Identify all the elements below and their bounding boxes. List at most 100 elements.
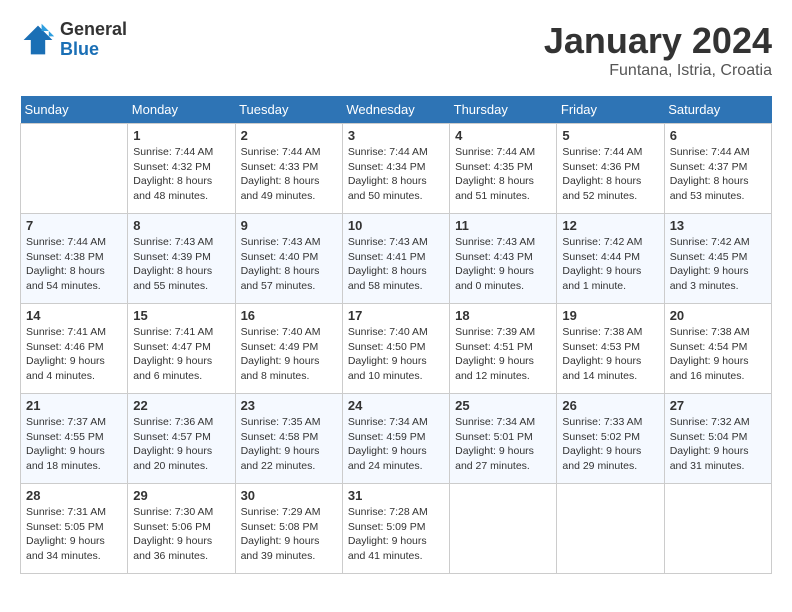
week-row-5: 28 Sunrise: 7:31 AMSunset: 5:05 PMDaylig… <box>21 484 772 574</box>
calendar-cell: 8 Sunrise: 7:43 AMSunset: 4:39 PMDayligh… <box>128 214 235 304</box>
day-number: 31 <box>348 488 444 503</box>
day-number: 15 <box>133 308 229 323</box>
calendar-cell: 31 Sunrise: 7:28 AMSunset: 5:09 PMDaylig… <box>342 484 449 574</box>
day-info: Sunrise: 7:30 AMSunset: 5:06 PMDaylight:… <box>133 505 229 564</box>
week-row-4: 21 Sunrise: 7:37 AMSunset: 4:55 PMDaylig… <box>21 394 772 484</box>
calendar-cell: 9 Sunrise: 7:43 AMSunset: 4:40 PMDayligh… <box>235 214 342 304</box>
calendar-table: Sunday Monday Tuesday Wednesday Thursday… <box>20 96 772 574</box>
calendar-cell: 23 Sunrise: 7:35 AMSunset: 4:58 PMDaylig… <box>235 394 342 484</box>
day-info: Sunrise: 7:43 AMSunset: 4:40 PMDaylight:… <box>241 235 337 294</box>
month-title: January 2024 <box>544 20 772 62</box>
logo-blue-text: Blue <box>60 40 127 60</box>
calendar-cell: 25 Sunrise: 7:34 AMSunset: 5:01 PMDaylig… <box>450 394 557 484</box>
day-info: Sunrise: 7:38 AMSunset: 4:54 PMDaylight:… <box>670 325 766 384</box>
col-monday: Monday <box>128 96 235 124</box>
col-wednesday: Wednesday <box>342 96 449 124</box>
day-number: 2 <box>241 128 337 143</box>
header-row: Sunday Monday Tuesday Wednesday Thursday… <box>21 96 772 124</box>
calendar-cell: 21 Sunrise: 7:37 AMSunset: 4:55 PMDaylig… <box>21 394 128 484</box>
calendar-cell: 18 Sunrise: 7:39 AMSunset: 4:51 PMDaylig… <box>450 304 557 394</box>
day-number: 24 <box>348 398 444 413</box>
logo: General Blue <box>20 20 127 60</box>
calendar-cell: 22 Sunrise: 7:36 AMSunset: 4:57 PMDaylig… <box>128 394 235 484</box>
calendar-cell <box>557 484 664 574</box>
page-header: General Blue January 2024 Funtana, Istri… <box>20 20 772 80</box>
day-info: Sunrise: 7:44 AMSunset: 4:34 PMDaylight:… <box>348 145 444 204</box>
calendar-cell <box>450 484 557 574</box>
calendar-cell: 20 Sunrise: 7:38 AMSunset: 4:54 PMDaylig… <box>664 304 771 394</box>
day-number: 13 <box>670 218 766 233</box>
day-info: Sunrise: 7:34 AMSunset: 4:59 PMDaylight:… <box>348 415 444 474</box>
calendar-cell: 28 Sunrise: 7:31 AMSunset: 5:05 PMDaylig… <box>21 484 128 574</box>
day-info: Sunrise: 7:32 AMSunset: 5:04 PMDaylight:… <box>670 415 766 474</box>
week-row-3: 14 Sunrise: 7:41 AMSunset: 4:46 PMDaylig… <box>21 304 772 394</box>
day-info: Sunrise: 7:37 AMSunset: 4:55 PMDaylight:… <box>26 415 122 474</box>
day-info: Sunrise: 7:42 AMSunset: 4:44 PMDaylight:… <box>562 235 658 294</box>
day-number: 21 <box>26 398 122 413</box>
day-info: Sunrise: 7:44 AMSunset: 4:38 PMDaylight:… <box>26 235 122 294</box>
calendar-cell: 11 Sunrise: 7:43 AMSunset: 4:43 PMDaylig… <box>450 214 557 304</box>
col-tuesday: Tuesday <box>235 96 342 124</box>
calendar-cell: 17 Sunrise: 7:40 AMSunset: 4:50 PMDaylig… <box>342 304 449 394</box>
day-info: Sunrise: 7:41 AMSunset: 4:47 PMDaylight:… <box>133 325 229 384</box>
day-info: Sunrise: 7:35 AMSunset: 4:58 PMDaylight:… <box>241 415 337 474</box>
col-saturday: Saturday <box>664 96 771 124</box>
day-info: Sunrise: 7:40 AMSunset: 4:49 PMDaylight:… <box>241 325 337 384</box>
day-number: 14 <box>26 308 122 323</box>
calendar-cell: 1 Sunrise: 7:44 AMSunset: 4:32 PMDayligh… <box>128 124 235 214</box>
title-block: January 2024 Funtana, Istria, Croatia <box>544 20 772 80</box>
day-number: 17 <box>348 308 444 323</box>
col-friday: Friday <box>557 96 664 124</box>
day-number: 12 <box>562 218 658 233</box>
day-info: Sunrise: 7:44 AMSunset: 4:32 PMDaylight:… <box>133 145 229 204</box>
logo-text: General Blue <box>60 20 127 60</box>
location: Funtana, Istria, Croatia <box>544 62 772 80</box>
day-info: Sunrise: 7:36 AMSunset: 4:57 PMDaylight:… <box>133 415 229 474</box>
day-number: 5 <box>562 128 658 143</box>
calendar-cell: 7 Sunrise: 7:44 AMSunset: 4:38 PMDayligh… <box>21 214 128 304</box>
calendar-cell: 27 Sunrise: 7:32 AMSunset: 5:04 PMDaylig… <box>664 394 771 484</box>
calendar-cell: 13 Sunrise: 7:42 AMSunset: 4:45 PMDaylig… <box>664 214 771 304</box>
calendar-cell: 24 Sunrise: 7:34 AMSunset: 4:59 PMDaylig… <box>342 394 449 484</box>
day-info: Sunrise: 7:44 AMSunset: 4:35 PMDaylight:… <box>455 145 551 204</box>
day-info: Sunrise: 7:34 AMSunset: 5:01 PMDaylight:… <box>455 415 551 474</box>
day-info: Sunrise: 7:44 AMSunset: 4:36 PMDaylight:… <box>562 145 658 204</box>
col-sunday: Sunday <box>21 96 128 124</box>
calendar-cell: 26 Sunrise: 7:33 AMSunset: 5:02 PMDaylig… <box>557 394 664 484</box>
calendar-cell: 2 Sunrise: 7:44 AMSunset: 4:33 PMDayligh… <box>235 124 342 214</box>
day-number: 27 <box>670 398 766 413</box>
calendar-cell: 10 Sunrise: 7:43 AMSunset: 4:41 PMDaylig… <box>342 214 449 304</box>
day-number: 11 <box>455 218 551 233</box>
calendar-cell: 5 Sunrise: 7:44 AMSunset: 4:36 PMDayligh… <box>557 124 664 214</box>
day-info: Sunrise: 7:40 AMSunset: 4:50 PMDaylight:… <box>348 325 444 384</box>
day-number: 18 <box>455 308 551 323</box>
day-number: 29 <box>133 488 229 503</box>
calendar-cell: 19 Sunrise: 7:38 AMSunset: 4:53 PMDaylig… <box>557 304 664 394</box>
day-info: Sunrise: 7:39 AMSunset: 4:51 PMDaylight:… <box>455 325 551 384</box>
week-row-1: 1 Sunrise: 7:44 AMSunset: 4:32 PMDayligh… <box>21 124 772 214</box>
day-number: 25 <box>455 398 551 413</box>
calendar-cell: 16 Sunrise: 7:40 AMSunset: 4:49 PMDaylig… <box>235 304 342 394</box>
day-number: 7 <box>26 218 122 233</box>
day-number: 26 <box>562 398 658 413</box>
calendar-cell <box>664 484 771 574</box>
day-number: 3 <box>348 128 444 143</box>
logo-icon <box>20 22 56 58</box>
calendar-cell: 29 Sunrise: 7:30 AMSunset: 5:06 PMDaylig… <box>128 484 235 574</box>
calendar-cell: 6 Sunrise: 7:44 AMSunset: 4:37 PMDayligh… <box>664 124 771 214</box>
day-info: Sunrise: 7:44 AMSunset: 4:33 PMDaylight:… <box>241 145 337 204</box>
calendar-cell: 3 Sunrise: 7:44 AMSunset: 4:34 PMDayligh… <box>342 124 449 214</box>
day-info: Sunrise: 7:31 AMSunset: 5:05 PMDaylight:… <box>26 505 122 564</box>
day-info: Sunrise: 7:38 AMSunset: 4:53 PMDaylight:… <box>562 325 658 384</box>
day-number: 30 <box>241 488 337 503</box>
day-number: 23 <box>241 398 337 413</box>
day-number: 9 <box>241 218 337 233</box>
calendar-cell: 30 Sunrise: 7:29 AMSunset: 5:08 PMDaylig… <box>235 484 342 574</box>
day-number: 19 <box>562 308 658 323</box>
calendar-cell: 12 Sunrise: 7:42 AMSunset: 4:44 PMDaylig… <box>557 214 664 304</box>
day-info: Sunrise: 7:43 AMSunset: 4:41 PMDaylight:… <box>348 235 444 294</box>
day-number: 8 <box>133 218 229 233</box>
calendar-cell <box>21 124 128 214</box>
day-info: Sunrise: 7:33 AMSunset: 5:02 PMDaylight:… <box>562 415 658 474</box>
day-info: Sunrise: 7:43 AMSunset: 4:43 PMDaylight:… <box>455 235 551 294</box>
